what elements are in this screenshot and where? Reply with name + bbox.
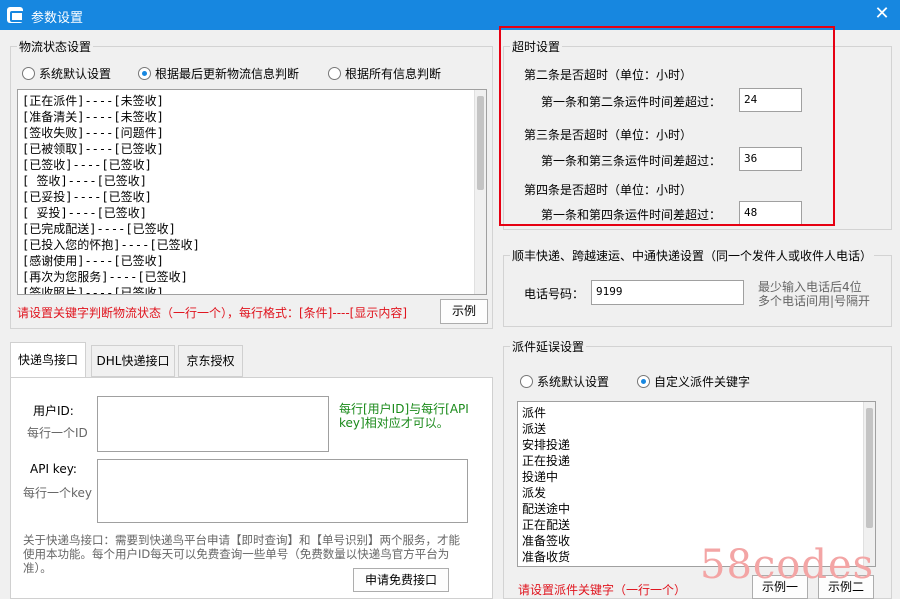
list-item: [ 妥投]----[已签收] <box>22 206 148 220</box>
logistics-rules-textarea[interactable]: [正在派件]----[未签收] [准备清关]----[未签收] [签收失败]--… <box>17 89 487 295</box>
apikey-label: API key: <box>30 462 77 476</box>
dispatch-example1-button[interactable]: 示例一 <box>752 575 808 599</box>
phone-input[interactable]: 9199 <box>591 280 744 305</box>
logistics-radio-all[interactable]: 根据所有信息判断 <box>328 65 441 82</box>
scrollbar-thumb[interactable] <box>866 408 873 528</box>
timeout-label-4: 第一条和第四条运件时间差超过： <box>541 208 722 222</box>
list-item: 派发 <box>522 486 547 500</box>
radio-checked-icon <box>637 375 650 388</box>
list-item: 正在投递 <box>522 454 571 468</box>
userid-note: 每行[用户ID]与每行[API key]相对应才可以。 <box>339 402 469 430</box>
window-title: 参数设置 <box>31 11 84 26</box>
logistics-radio-default[interactable]: 系统默认设置 <box>22 65 111 82</box>
list-item: 准备签收 <box>522 534 571 548</box>
close-icon[interactable]: ✕ <box>872 4 892 24</box>
list-item: 准备收货 <box>522 550 571 564</box>
list-item: [正在派件]----[未签收] <box>22 94 164 108</box>
scrollbar-thumb[interactable] <box>477 96 484 190</box>
timeout-input-2[interactable]: 24 <box>739 88 802 112</box>
logistics-radio-latest[interactable]: 根据最后更新物流信息判断 <box>138 65 299 82</box>
timeout-label-3: 第一条和第三条运件时间差超过： <box>541 154 722 168</box>
list-item: [ 签收]----[已签收] <box>22 174 148 188</box>
tab-dhl[interactable]: DHL快递接口 <box>91 345 175 377</box>
list-item: 派件 <box>522 406 547 420</box>
list-item: [签收失败]----[问题件] <box>22 126 164 140</box>
list-item: [准备清关]----[未签收] <box>22 110 164 124</box>
phone-group-title: 顺丰快递、跨越速运、中通快递设置（同一个发件人或收件人电话） <box>510 247 875 264</box>
dispatch-radio-default[interactable]: 系统默认设置 <box>520 373 609 390</box>
list-item: [已投入您的怀抱]----[已签收] <box>22 238 200 252</box>
list-item: 投递中 <box>522 470 559 484</box>
userid-label: 用户ID: <box>33 404 74 418</box>
logistics-hint: 请设置关键字判断物流状态（一行一个），每行格式：[条件]----[显示内容] <box>17 306 408 320</box>
timeout-heading-3: 第三条是否超时（单位：小时） <box>524 128 693 142</box>
tab-kdniao[interactable]: 快递鸟接口 <box>10 342 86 378</box>
phone-label: 电话号码： <box>524 287 585 301</box>
dispatch-group-title: 派件延误设置 <box>510 338 587 355</box>
list-item: [已妥投]----[已签收] <box>22 190 152 204</box>
dispatch-scrollbar[interactable] <box>863 402 875 566</box>
list-item: 安排投递 <box>522 438 571 452</box>
list-item: [已完成配送]----[已签收] <box>22 222 176 236</box>
phone-note-2: 多个电话间用|号隔开 <box>758 294 871 308</box>
radio-icon <box>328 67 341 80</box>
radio-icon <box>22 67 35 80</box>
apikey-sublabel: 每行一个key <box>23 486 93 500</box>
timeout-heading-2: 第二条是否超时（单位：小时） <box>524 68 693 82</box>
timeout-input-4[interactable]: 48 <box>739 201 802 225</box>
logistics-example-button[interactable]: 示例 <box>440 299 488 324</box>
list-item: 配送途中 <box>522 502 571 516</box>
userid-textarea[interactable] <box>97 396 329 452</box>
list-item: [已被领取]----[已签收] <box>22 142 164 156</box>
list-item: [再次为您服务]----[已签收] <box>22 270 188 284</box>
timeout-label-2: 第一条和第二条运件时间差超过： <box>541 95 722 109</box>
userid-sublabel: 每行一个ID <box>27 426 88 440</box>
radio-checked-icon <box>138 67 151 80</box>
tab-jd-auth[interactable]: 京东授权 <box>178 345 243 377</box>
list-item: 正在配送 <box>522 518 571 532</box>
dispatch-hint: 请设置派件关键字（一行一个） <box>518 583 687 597</box>
timeout-input-3[interactable]: 36 <box>739 147 802 171</box>
timeout-group-title: 超时设置 <box>510 38 563 55</box>
radio-icon <box>520 375 533 388</box>
list-item: [感谢使用]----[已签收] <box>22 254 164 268</box>
title-bar: 参数设置 ✕ <box>0 0 900 30</box>
logistics-group-title: 物流状态设置 <box>17 38 94 55</box>
dispatch-radio-custom[interactable]: 自定义派件关键字 <box>637 373 750 390</box>
app-icon <box>7 7 24 23</box>
list-item: [签收照片]----[已签收] <box>22 286 164 295</box>
timeout-heading-4: 第四条是否超时（单位：小时） <box>524 183 693 197</box>
list-item: 派送 <box>522 422 547 436</box>
apply-free-api-button[interactable]: 申请免费接口 <box>353 568 449 592</box>
dispatch-example2-button[interactable]: 示例二 <box>818 575 874 599</box>
list-item: [已签收]----[已签收] <box>22 158 152 172</box>
dispatch-keywords-textarea[interactable]: 派件 派送 安排投递 正在投递 投递中 派发 配送途中 正在配送 准备签收 准备… <box>517 401 876 567</box>
logistics-scrollbar[interactable] <box>474 90 486 294</box>
apikey-textarea[interactable] <box>97 459 468 523</box>
